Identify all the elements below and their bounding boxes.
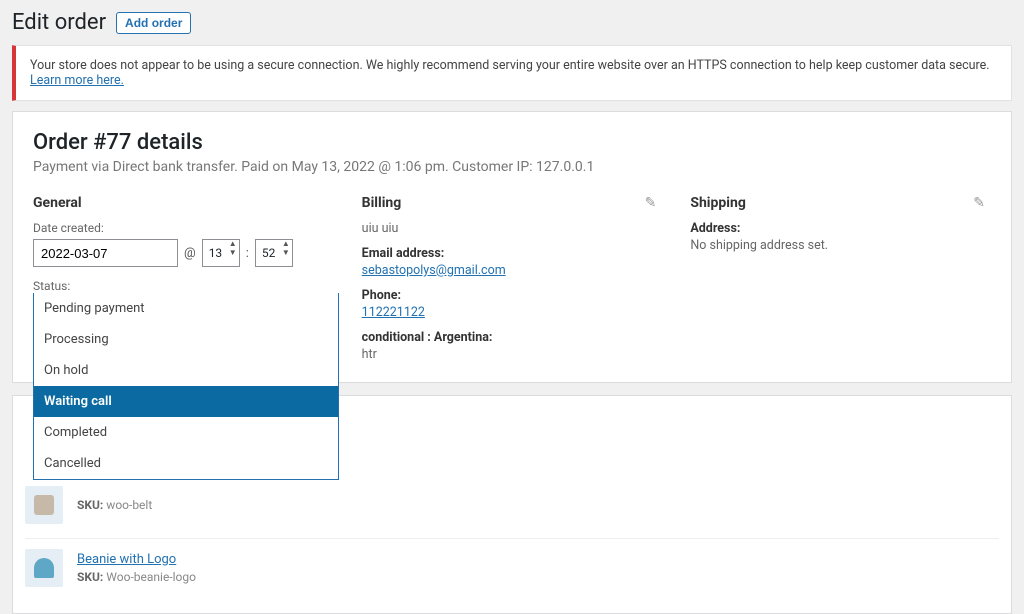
general-heading: General [33, 195, 334, 211]
product-thumb [25, 486, 63, 524]
billing-cond-value: htr [362, 347, 377, 362]
sku-line: SKU: Woo-beanie-logo [77, 570, 196, 584]
status-option-completed[interactable]: Completed [34, 417, 338, 448]
add-order-button[interactable]: Add order [116, 12, 191, 34]
shipping-addr-label: Address: [690, 221, 991, 236]
order-details-panel: Order #77 details Payment via Direct ban… [12, 111, 1012, 383]
status-dropdown: Pending payment Processing On hold Waiti… [33, 293, 339, 480]
minute-stepper[interactable]: 52 ▲▼ [255, 239, 293, 267]
billing-email-link[interactable]: sebastopolys@gmail.com [362, 263, 506, 278]
time-colon: : [246, 246, 249, 261]
status-option-on-hold[interactable]: On hold [34, 355, 338, 386]
status-option-cancelled[interactable]: Cancelled [34, 448, 338, 479]
billing-phone-link[interactable]: 112221122 [362, 305, 425, 320]
billing-name: uiu uiu [362, 221, 399, 236]
shipping-heading: Shipping [690, 195, 991, 211]
order-title: Order #77 details [33, 130, 991, 155]
shipping-section: ✎ Shipping Address: No shipping address … [690, 195, 991, 362]
spinner-icon[interactable]: ▲▼ [282, 244, 290, 262]
billing-cond-label: conditional : Argentina: [362, 330, 663, 345]
page-title: Edit order [12, 10, 106, 35]
spinner-icon[interactable]: ▲▼ [229, 244, 237, 262]
billing-section: ✎ Billing uiu uiu Email address: sebasto… [362, 195, 663, 362]
line-item: Beanie with Logo SKU: Woo-beanie-logo [25, 539, 999, 601]
date-created-label: Date created: [33, 221, 334, 235]
shipping-addr-value: No shipping address set. [690, 238, 828, 253]
billing-heading: Billing [362, 195, 663, 211]
billing-phone-label: Phone: [362, 288, 663, 303]
status-option-processing[interactable]: Processing [34, 324, 338, 355]
hour-stepper[interactable]: 13 ▲▼ [202, 239, 240, 267]
minute-value: 52 [262, 246, 276, 260]
pencil-icon[interactable]: ✎ [973, 195, 985, 211]
status-label: Status: [33, 279, 334, 293]
status-option-pending[interactable]: Pending payment [34, 293, 338, 324]
notice-learn-more-link[interactable]: Learn more here. [30, 73, 124, 88]
date-input[interactable] [33, 239, 178, 267]
line-item: SKU: woo-belt [25, 476, 999, 539]
billing-email-label: Email address: [362, 246, 663, 261]
at-symbol: @ [184, 246, 196, 261]
status-option-waiting-call[interactable]: Waiting call [34, 386, 338, 417]
hour-value: 13 [209, 246, 223, 260]
security-notice: Your store does not appear to be using a… [12, 45, 1012, 101]
product-thumb [25, 549, 63, 587]
pencil-icon[interactable]: ✎ [645, 195, 657, 211]
general-section: General Date created: @ 13 ▲▼ : 52 ▲▼ St… [33, 195, 334, 362]
notice-text: Your store does not appear to be using a… [30, 58, 990, 73]
sku-line: SKU: woo-belt [77, 498, 152, 512]
product-name-link[interactable]: Beanie with Logo [77, 552, 196, 567]
order-subline: Payment via Direct bank transfer. Paid o… [33, 159, 991, 175]
